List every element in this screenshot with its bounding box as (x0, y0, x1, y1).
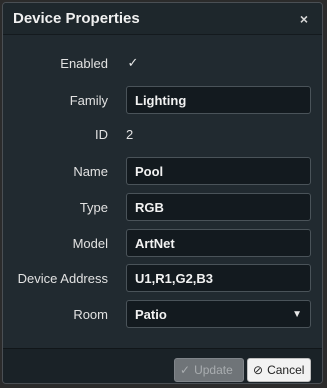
type-field[interactable]: RGB (126, 193, 311, 221)
device-address-row: Device Address U1,R1,G2,B3 (3, 264, 322, 292)
room-label: Room (73, 306, 108, 322)
cancel-button-label: Cancel (267, 363, 305, 377)
model-field[interactable]: ArtNet (126, 229, 311, 257)
family-field[interactable]: Lighting (126, 86, 311, 114)
update-button-label: Update (194, 363, 233, 377)
family-label: Family (69, 92, 108, 108)
dialog-footer: ✓ Update ⊘ Cancel (3, 348, 322, 383)
type-label: Type (79, 199, 108, 215)
name-field[interactable]: Pool (126, 157, 311, 185)
checkmark-icon: ✓ (180, 363, 191, 377)
dialog-titlebar: Device Properties × (3, 3, 322, 35)
model-label: Model (72, 235, 108, 251)
id-value: 2 (126, 126, 134, 142)
type-row: Type RGB (3, 193, 322, 221)
room-select[interactable]: Patio ▼ (126, 300, 311, 328)
enabled-checkbox[interactable]: ✓ (126, 55, 140, 70)
ban-icon: ⊘ (253, 363, 264, 377)
model-row: Model ArtNet (3, 229, 322, 257)
family-row: Family Lighting (3, 86, 322, 114)
name-row: Name Pool (3, 157, 322, 185)
room-selected-value: Patio (135, 306, 167, 322)
name-label: Name (73, 163, 108, 179)
device-address-label: Device Address (17, 270, 108, 286)
device-address-field[interactable]: U1,R1,G2,B3 (126, 264, 311, 292)
id-label: ID (95, 126, 108, 142)
close-icon[interactable]: × (296, 9, 312, 29)
dialog-title: Device Properties (13, 10, 140, 27)
cancel-button[interactable]: ⊘ Cancel (247, 358, 311, 382)
room-row: Room Patio ▼ (3, 300, 322, 328)
enabled-label: Enabled (60, 55, 108, 71)
dialog-body: Enabled ✓ Family Lighting ID 2 Name Pool… (3, 36, 322, 348)
caret-down-icon: ▼ (292, 308, 302, 320)
update-button[interactable]: ✓ Update (174, 358, 244, 382)
id-row: ID 2 (3, 125, 322, 143)
device-properties-dialog: Device Properties × Enabled ✓ Family Lig… (2, 2, 323, 384)
enabled-row: Enabled ✓ (3, 54, 322, 72)
